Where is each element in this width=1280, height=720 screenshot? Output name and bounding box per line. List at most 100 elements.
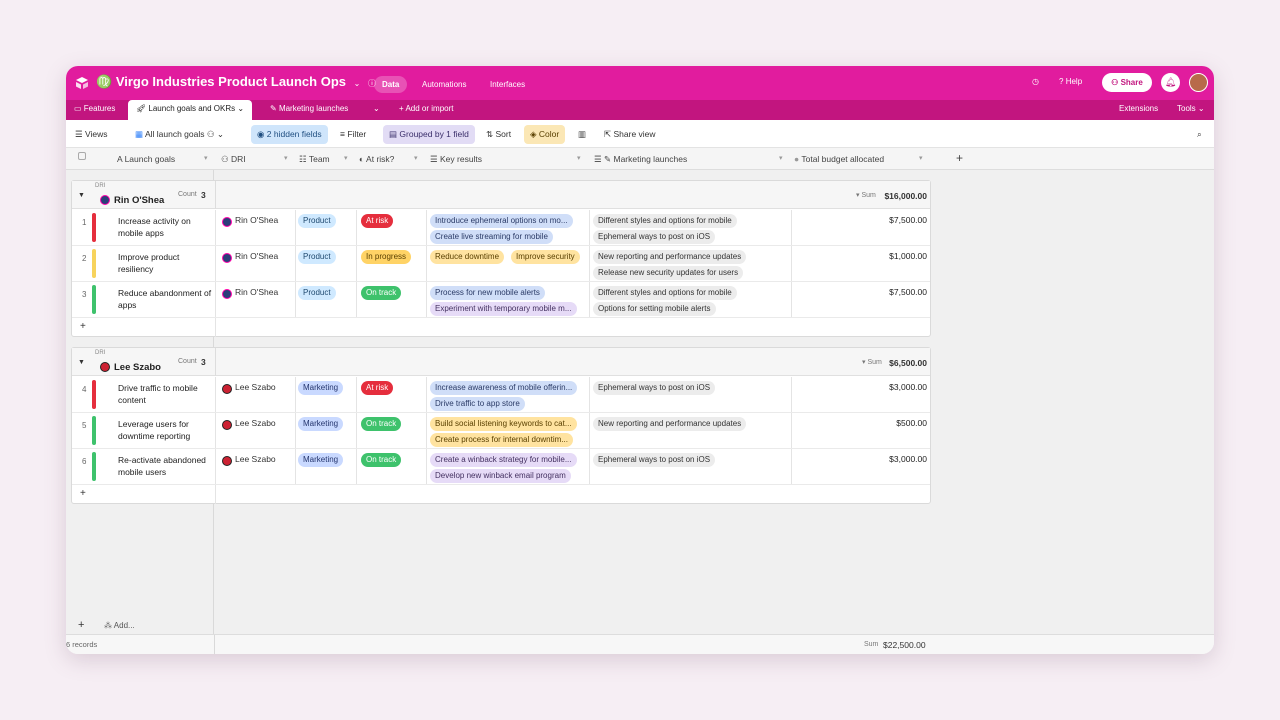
collapse-group-triangle-icon[interactable]: ▼ [78, 192, 85, 199]
table-row[interactable]: 6 Re-activate abandoned mobile users Lee… [72, 449, 930, 485]
marketing-launch-pill[interactable]: Ephemeral ways to post on iOS [593, 230, 716, 244]
help-button[interactable]: ? Help [1059, 77, 1082, 86]
column-header-team[interactable]: ☷ Team [299, 154, 330, 165]
dri-cell[interactable]: Lee Szabo [235, 382, 276, 392]
goal-cell[interactable]: Leverage users for downtime reporting [118, 418, 213, 442]
column-menu-chevron-icon[interactable]: ▾ [919, 154, 923, 162]
budget-cell[interactable]: $500.00 [896, 418, 927, 428]
team-pill[interactable]: Marketing [298, 381, 344, 395]
key-result-pill[interactable]: Develop new winback email program [430, 469, 571, 483]
add-record-plus-icon[interactable]: + [78, 619, 84, 631]
extensions-button[interactable]: Extensions [1119, 104, 1158, 113]
airtable-logo-icon[interactable] [74, 75, 90, 91]
goal-cell[interactable]: Drive traffic to mobile content [118, 382, 213, 406]
column-header-budget[interactable]: ● Total budget allocated [794, 154, 884, 164]
status-badge[interactable]: On track [361, 417, 402, 431]
add-field-plus-icon[interactable]: + [956, 151, 963, 165]
column-menu-chevron-icon[interactable]: ▾ [577, 154, 581, 162]
marketing-launch-pill[interactable]: New reporting and performance updates [593, 250, 747, 264]
budget-cell[interactable]: $7,500.00 [889, 215, 927, 225]
notification-bell-icon[interactable]: 🔔︎ [1161, 73, 1180, 92]
goal-cell[interactable]: Reduce abandonment of apps [118, 287, 213, 311]
column-header-at-risk[interactable]: ◐ At risk? [359, 154, 394, 164]
filter-button[interactable]: ≡ Filter [340, 129, 366, 139]
select-all-checkbox[interactable] [78, 152, 86, 160]
search-icon[interactable]: ⌕ [1197, 129, 1202, 140]
table-row[interactable]: 4 Drive traffic to mobile content Lee Sz… [72, 377, 930, 413]
status-badge[interactable]: In progress [361, 250, 412, 264]
team-pill[interactable]: Product [298, 250, 336, 264]
collapse-group-triangle-icon[interactable]: ▼ [78, 359, 85, 366]
group-button[interactable]: ▤ Grouped by 1 field [383, 125, 475, 144]
marketing-launch-pill[interactable]: Ephemeral ways to post on iOS [593, 381, 716, 395]
key-result-pill[interactable]: Process for new mobile alerts [430, 286, 545, 300]
table-row[interactable]: 1 Increase activity on mobile apps Rin O… [72, 210, 930, 246]
marketing-launch-pill[interactable]: New reporting and performance updates [593, 417, 747, 431]
share-view-button[interactable]: ⇱ Share view [604, 129, 656, 140]
team-pill[interactable]: Marketing [298, 453, 344, 467]
dri-cell[interactable]: Lee Szabo [235, 454, 276, 464]
table-tab-launch-goals[interactable]: 🚀︎ Launch goals and OKRs ⌄ [128, 100, 253, 120]
add-row[interactable]: + [72, 485, 930, 504]
table-row[interactable]: 3 Reduce abandonment of apps Rin O'Shea … [72, 282, 930, 318]
team-pill[interactable]: Product [298, 214, 336, 228]
column-menu-chevron-icon[interactable]: ▾ [284, 154, 288, 162]
column-menu-chevron-icon[interactable]: ▾ [779, 154, 783, 162]
budget-cell[interactable]: $7,500.00 [889, 287, 927, 297]
column-menu-chevron-icon[interactable]: ▾ [204, 154, 208, 162]
tools-button[interactable]: Tools ⌄ [1177, 104, 1205, 113]
row-height-icon[interactable]: ▥ [578, 129, 586, 140]
column-menu-chevron-icon[interactable]: ▾ [414, 154, 418, 162]
sort-button[interactable]: ⇅ Sort [486, 129, 511, 140]
history-icon[interactable]: ◷ [1032, 77, 1039, 86]
budget-cell[interactable]: $3,000.00 [889, 454, 927, 464]
color-button[interactable]: ◈ Color [524, 125, 566, 144]
view-switcher[interactable]: ▦ All launch goals ⚇ ⌄ [135, 129, 224, 140]
goal-cell[interactable]: Increase activity on mobile apps [118, 215, 213, 239]
user-avatar[interactable] [1189, 73, 1208, 92]
add-or-import-button[interactable]: + Add or import [399, 104, 453, 113]
column-menu-chevron-icon[interactable]: ▾ [344, 154, 348, 162]
dri-cell[interactable]: Lee Szabo [235, 418, 276, 428]
marketing-launch-pill[interactable]: Ephemeral ways to post on iOS [593, 453, 716, 467]
key-result-pill[interactable]: Improve security [511, 250, 580, 264]
table-row[interactable]: 2 Improve product resiliency Rin O'Shea … [72, 246, 930, 282]
column-header-marketing-launches[interactable]: ☰ ✎ Marketing launches [594, 154, 687, 165]
key-result-pill[interactable]: Introduce ephemeral options on mo... [430, 214, 573, 228]
marketing-launch-pill[interactable]: Different styles and options for mobile [593, 214, 737, 228]
goal-cell[interactable]: Re-activate abandoned mobile users [118, 454, 213, 478]
marketing-launch-pill[interactable]: Release new security updates for users [593, 266, 744, 280]
key-result-pill[interactable]: Reduce downtime [430, 250, 505, 264]
table-row[interactable]: 5 Leverage users for downtime reporting … [72, 413, 930, 449]
status-badge[interactable]: At risk [361, 381, 394, 395]
budget-cell[interactable]: $1,000.00 [889, 251, 927, 261]
status-badge[interactable]: At risk [361, 214, 394, 228]
views-button[interactable]: ☰ Views [75, 129, 108, 140]
share-button[interactable]: ⚇ Share [1102, 73, 1152, 92]
goal-cell[interactable]: Improve product resiliency [118, 251, 213, 275]
table-tab-marketing[interactable]: ✎ Marketing launches [270, 104, 348, 113]
budget-cell[interactable]: $3,000.00 [889, 382, 927, 392]
dri-cell[interactable]: Rin O'Shea [235, 215, 278, 225]
status-badge[interactable]: On track [361, 286, 402, 300]
team-pill[interactable]: Marketing [298, 417, 344, 431]
key-result-pill[interactable]: Create a winback strategy for mobile... [430, 453, 577, 467]
key-result-pill[interactable]: Create live streaming for mobile [430, 230, 553, 244]
tab-interfaces[interactable]: Interfaces [482, 76, 533, 93]
key-result-pill[interactable]: Increase awareness of mobile offerin... [430, 381, 578, 395]
table-tab-features[interactable]: ▭ Features [74, 104, 115, 113]
add-record-plus-icon[interactable]: + [80, 488, 86, 499]
column-header-launch-goals[interactable]: A Launch goals [117, 154, 175, 164]
add-record-plus-icon[interactable]: + [80, 321, 86, 332]
key-result-pill[interactable]: Build social listening keywords to cat..… [430, 417, 577, 431]
add-dropdown-button[interactable]: ⁂ Add... [104, 621, 135, 630]
add-row[interactable]: + [72, 318, 930, 337]
base-title[interactable]: ♍ Virgo Industries Product Launch Ops ⌄ … [96, 74, 376, 90]
marketing-launch-pill[interactable]: Different styles and options for mobile [593, 286, 737, 300]
key-result-pill[interactable]: Experiment with temporary mobile m... [430, 302, 577, 316]
marketing-launch-pill[interactable]: Options for setting mobile alerts [593, 302, 716, 316]
tab-automations[interactable]: Automations [414, 76, 474, 93]
column-header-key-results[interactable]: ☰ Key results [430, 154, 482, 165]
key-result-pill[interactable]: Create process for internal downtim... [430, 433, 573, 447]
team-pill[interactable]: Product [298, 286, 336, 300]
